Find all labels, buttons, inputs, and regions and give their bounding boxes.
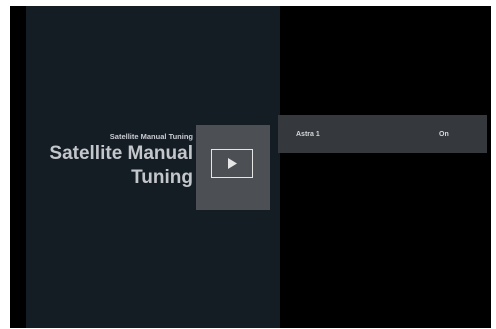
play-icon [227, 158, 237, 169]
satellite-row-astra-1[interactable]: Astra 1 On [278, 115, 487, 153]
play-icon-frame [211, 149, 253, 178]
breadcrumb-title: Satellite Manual Tuning [109, 132, 193, 141]
tv-screen: Satellite Manual Tuning Satellite Manual… [10, 6, 491, 328]
play-button[interactable] [196, 125, 270, 210]
satellite-name: Astra 1 [296, 131, 320, 138]
satellite-status: On [439, 131, 449, 138]
page-title: Satellite Manual Tuning [49, 143, 193, 188]
